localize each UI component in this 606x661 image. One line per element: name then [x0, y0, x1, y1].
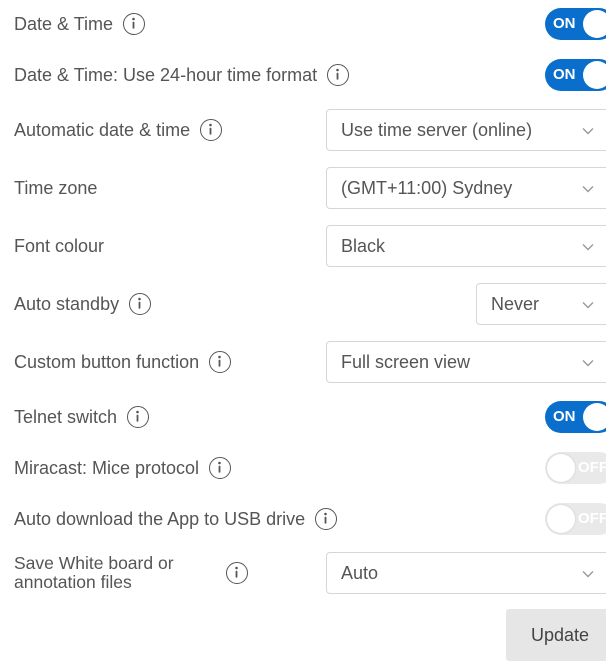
toggle-knob [547, 505, 575, 533]
auto-standby-select[interactable]: Never [476, 283, 606, 325]
automatic-date-time-select[interactable]: Use time server (online) [326, 109, 606, 151]
setting-label: Automatic date & time [14, 119, 191, 140]
info-icon[interactable] [226, 562, 248, 584]
info-icon[interactable] [129, 293, 152, 315]
update-button[interactable]: Update [506, 609, 606, 661]
setting-save-whiteboard-files: Save White board or annotation files Aut… [0, 550, 606, 596]
chevron-down-icon [582, 186, 594, 193]
font-colour-select[interactable]: Black [326, 225, 606, 267]
save-whiteboard-files-select[interactable]: Auto [326, 552, 606, 594]
setting-label: Date & Time: Use 24-hour time format [14, 64, 318, 85]
setting-label: Auto standby [14, 293, 120, 314]
setting-24-hour-format: Date & Time: Use 24-hour time format ON [0, 55, 606, 95]
setting-font-colour: Font colour Black [0, 224, 606, 268]
date-time-toggle[interactable]: ON [545, 8, 606, 40]
toggle-knob [547, 454, 575, 482]
toggle-knob [583, 403, 606, 431]
setting-miracast-mice-protocol: Miracast: Mice protocol OFF [0, 448, 606, 488]
telnet-switch-toggle[interactable]: ON [545, 401, 606, 433]
chevron-down-icon [582, 244, 594, 251]
setting-label: Save White board or annotation files [14, 553, 174, 592]
setting-label: Auto download the App to USB drive [14, 508, 306, 529]
info-icon[interactable] [327, 64, 350, 86]
setting-time-zone: Time zone (GMT+11:00) Sydney [0, 166, 606, 210]
info-icon[interactable] [200, 119, 223, 141]
setting-label: Date & Time [14, 13, 114, 34]
info-icon[interactable] [127, 406, 150, 428]
chevron-down-icon [582, 571, 594, 578]
setting-custom-button-function: Custom button function Full screen view [0, 340, 606, 384]
setting-label: Telnet switch [14, 406, 118, 427]
24-hour-format-toggle[interactable]: ON [545, 59, 606, 91]
custom-button-function-select[interactable]: Full screen view [326, 341, 606, 383]
setting-date-time: Date & Time ON [0, 4, 606, 44]
info-icon[interactable] [123, 13, 146, 35]
time-zone-select[interactable]: (GMT+11:00) Sydney [326, 167, 606, 209]
chevron-down-icon [582, 360, 594, 367]
setting-label: Font colour [14, 235, 105, 256]
info-icon[interactable] [209, 457, 232, 479]
setting-label: Custom button function [14, 351, 200, 372]
info-icon[interactable] [315, 508, 338, 530]
auto-download-app-toggle[interactable]: OFF [545, 503, 606, 535]
chevron-down-icon [582, 302, 594, 309]
chevron-down-icon [582, 128, 594, 135]
miracast-mice-protocol-toggle[interactable]: OFF [545, 452, 606, 484]
toggle-knob [583, 61, 606, 89]
info-icon[interactable] [209, 351, 232, 373]
setting-label: Time zone [14, 177, 98, 198]
setting-auto-standby: Auto standby Never [0, 282, 606, 326]
setting-label: Miracast: Mice protocol [14, 457, 200, 478]
setting-telnet-switch: Telnet switch ON [0, 397, 606, 437]
setting-auto-download-app: Auto download the App to USB drive OFF [0, 499, 606, 539]
setting-automatic-date-time: Automatic date & time Use time server (o… [0, 108, 606, 152]
toggle-knob [583, 10, 606, 38]
